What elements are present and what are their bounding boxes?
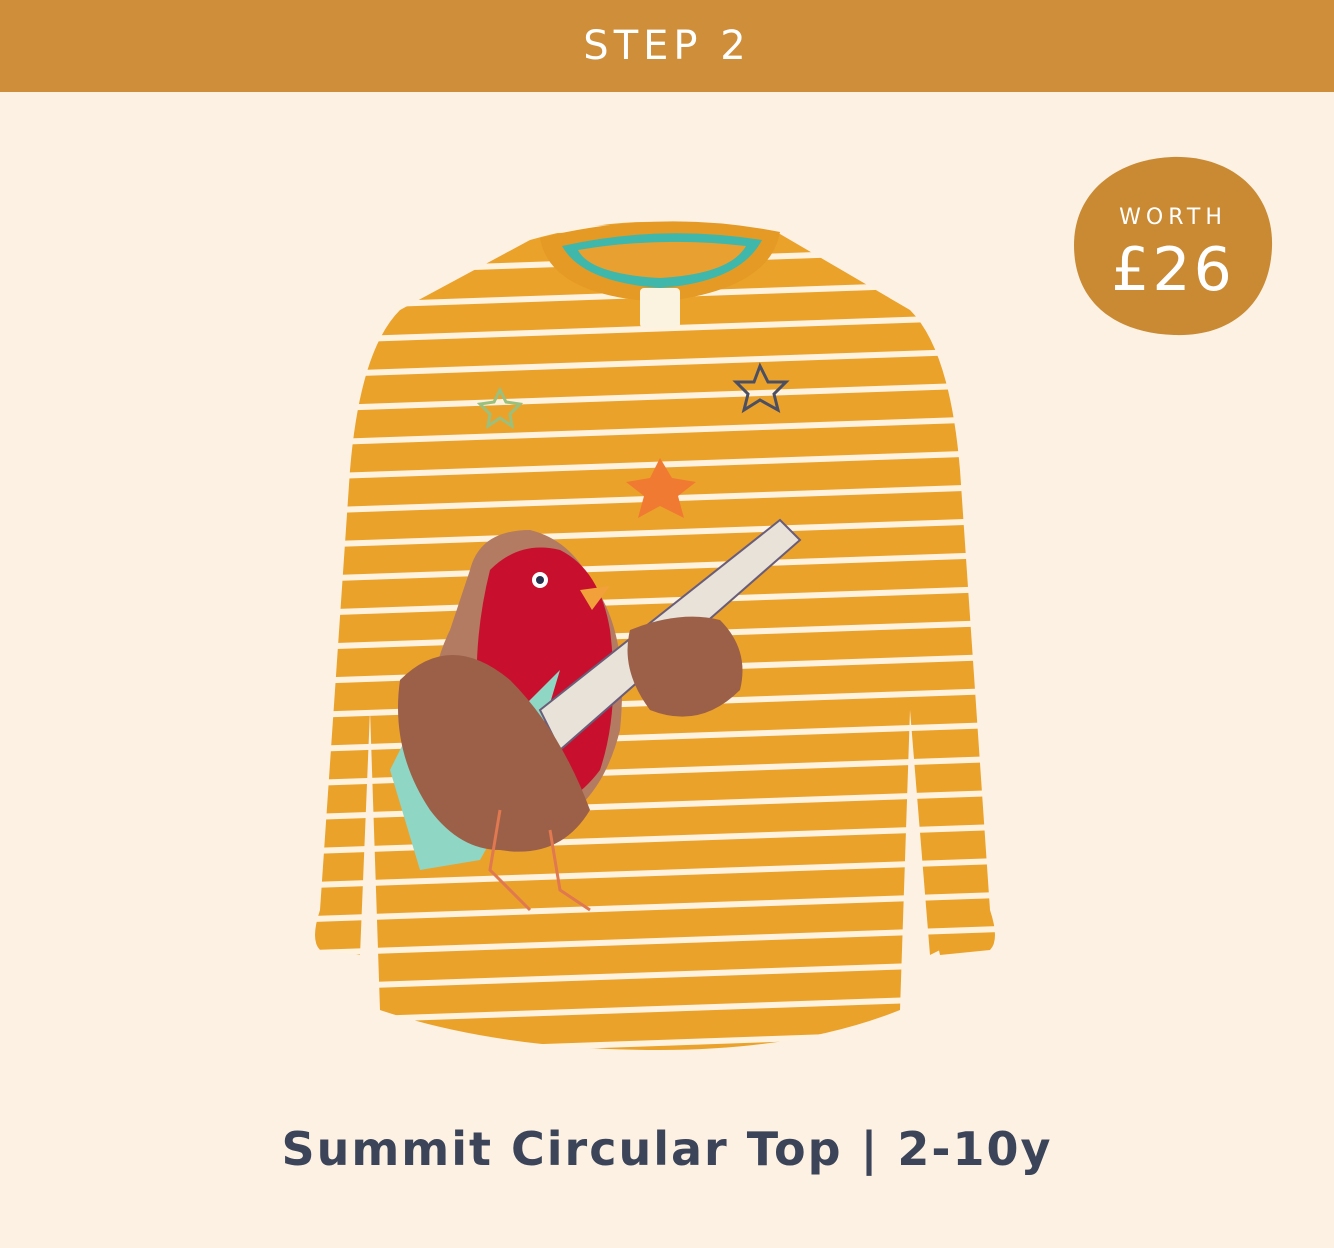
worth-price: £26: [1111, 235, 1235, 305]
step-banner: STEP 2: [0, 0, 1334, 92]
product-photo-shirt-icon: [315, 221, 995, 1050]
worth-label: WORTH: [1119, 205, 1227, 230]
step-label: STEP 2: [583, 23, 751, 69]
worth-badge: WORTH £26: [1072, 155, 1274, 337]
product-title: Summit Circular Top | 2-10y: [281, 1122, 1053, 1176]
